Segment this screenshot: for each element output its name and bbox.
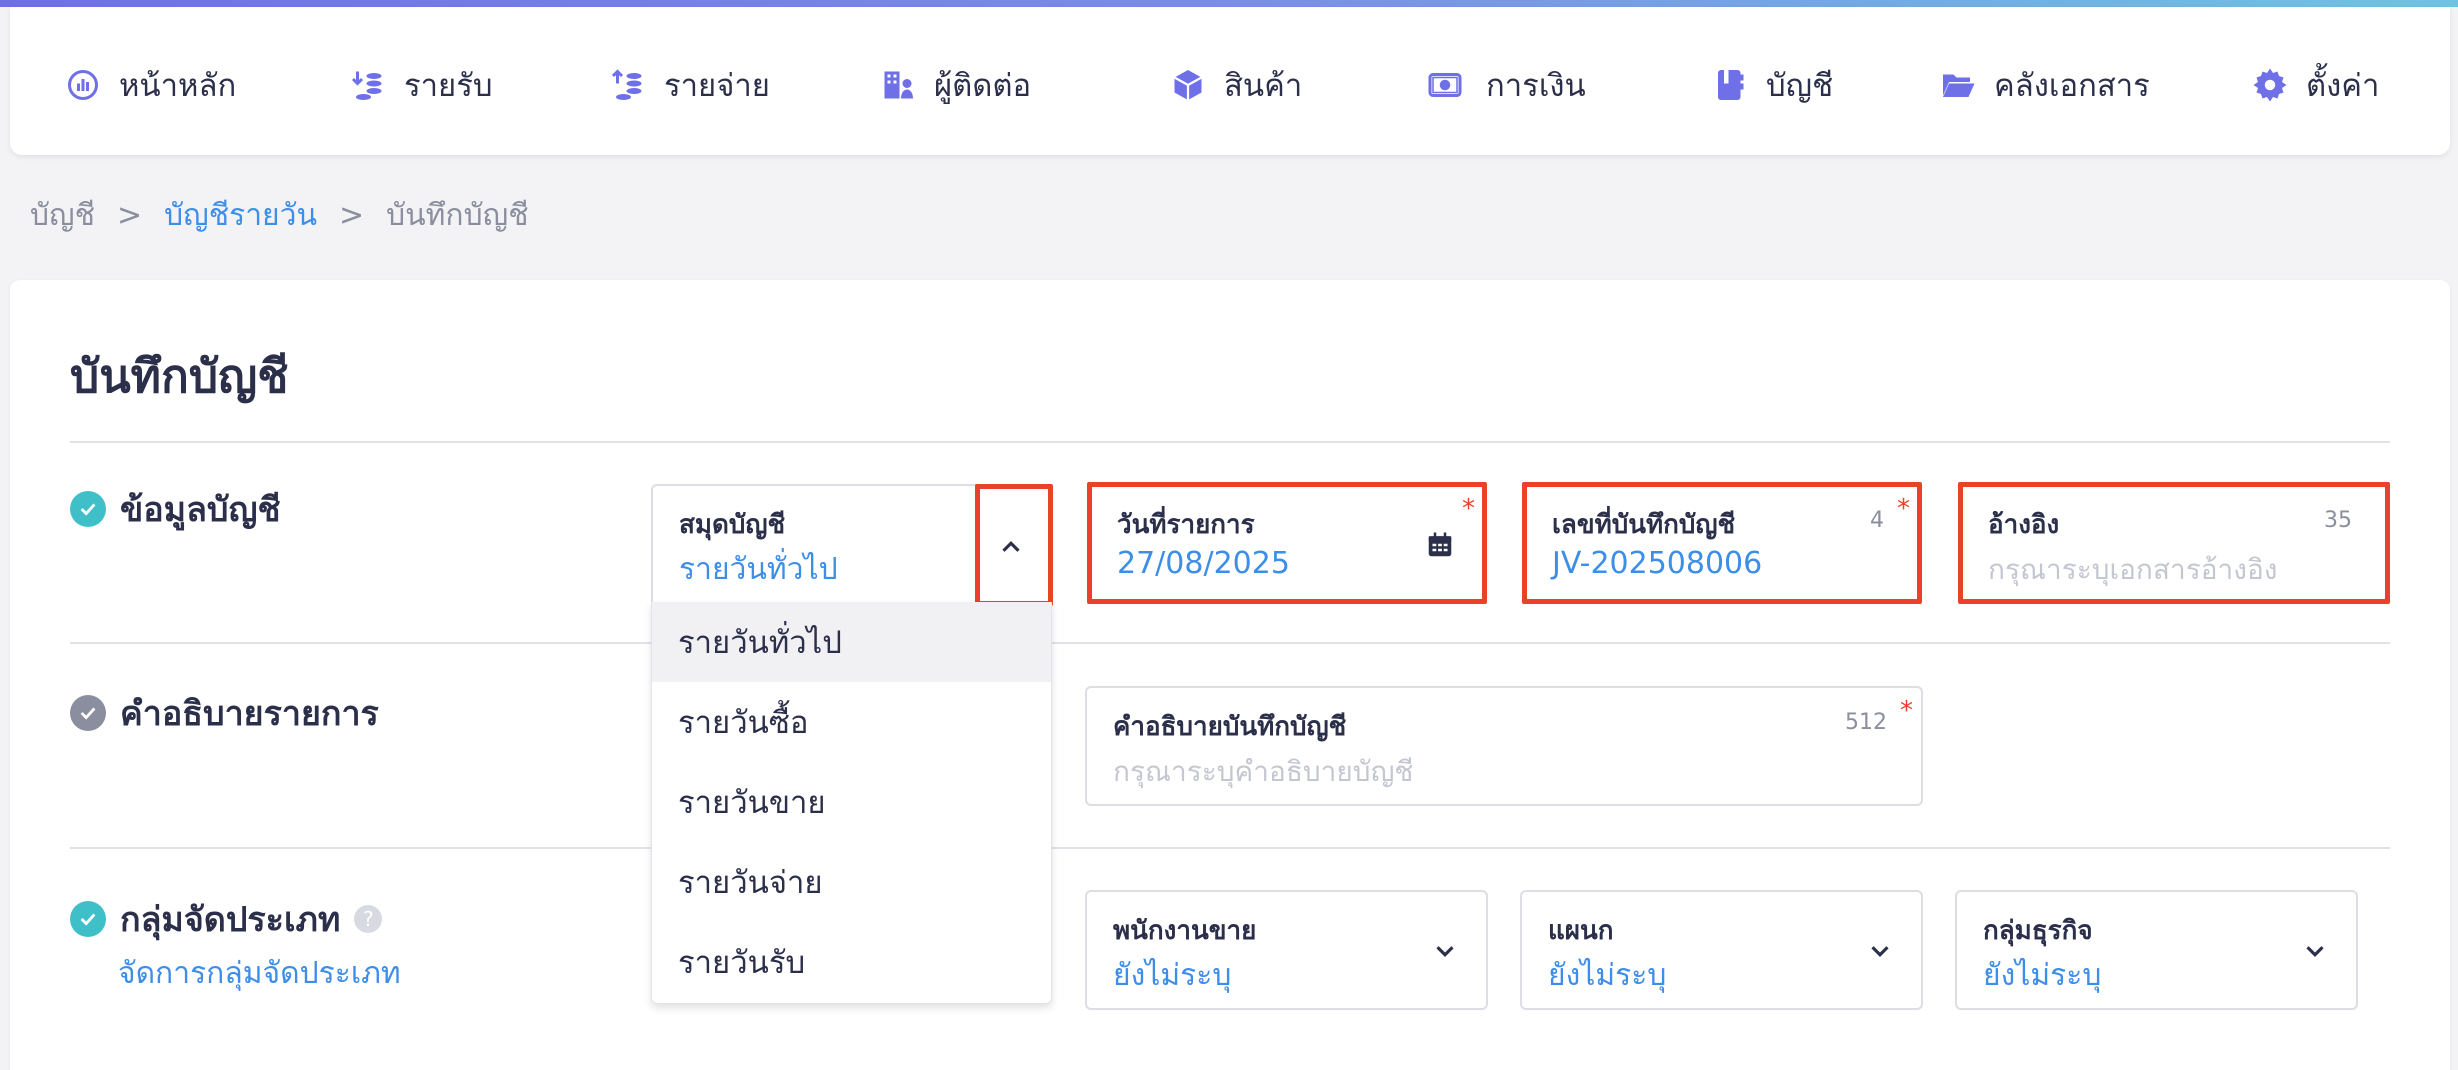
folder-open-icon	[1943, 74, 1975, 97]
nav-item-label: ตั้งค่า	[2306, 68, 2380, 104]
breadcrumb: บัญชี > บัญชีรายวัน > บันทึกบัญชี	[30, 195, 529, 235]
check-circle-icon	[70, 491, 106, 527]
field-label: พนักงานขาย	[1113, 916, 1257, 946]
expense-coins-icon	[611, 69, 642, 100]
top-accent-stripe	[0, 0, 2458, 7]
highlight-box	[1958, 482, 2390, 604]
dropdown-option[interactable]: รายวันรับ	[652, 922, 1051, 1002]
divider	[70, 642, 2390, 644]
income-coins-icon	[351, 71, 382, 100]
section-title: คำอธิบายรายการ	[120, 694, 379, 734]
highlight-box	[1522, 482, 1922, 604]
nav-item-label: การเงิน	[1486, 68, 1586, 104]
nav-item-home[interactable]: หน้าหลัก	[65, 57, 236, 113]
nav-item-label: หน้าหลัก	[119, 68, 237, 104]
journal-book-dropdown: รายวันทั่วไป รายวันซื้อ รายวันขาย รายวัน…	[651, 602, 1052, 1004]
field-value: ยังไม่ระบุ	[1113, 958, 1232, 993]
page-title: บันทึกบัญชี	[70, 349, 289, 403]
dropdown-option[interactable]: รายวันซื้อ	[652, 682, 1051, 762]
question-circle-icon[interactable]: ?	[354, 905, 383, 933]
highlight-box	[975, 484, 1053, 606]
section-title: กลุ่มจัดประเภท	[120, 900, 341, 940]
dropdown-option[interactable]: รายวันทั่วไป	[652, 602, 1051, 682]
nav-item-label: ผู้ติดต่อ	[934, 68, 1032, 104]
chevron-down-icon	[2306, 946, 2324, 957]
divider	[70, 847, 2390, 849]
dropdown-option[interactable]: รายวันจ่าย	[652, 842, 1051, 922]
check-circle-icon	[70, 695, 106, 731]
divider	[70, 441, 2390, 443]
chevron-down-icon	[1436, 946, 1454, 957]
breadcrumb-item-accounting[interactable]: บัญชี	[30, 192, 95, 239]
nav-item-accounting[interactable]: บัญชี	[1712, 57, 1833, 113]
nav-item-products[interactable]: สินค้า	[1170, 57, 1302, 113]
nav-item-documents[interactable]: คลังเอกสาร	[1940, 57, 2150, 113]
department-select[interactable]: แผนก ยังไม่ระบุ	[1520, 890, 1923, 1010]
journal-description-field[interactable]: คำอธิบายบันทึกบัญชี กรุณาระบุคำอธิบายบัญ…	[1085, 686, 1923, 806]
product-box-icon	[1173, 70, 1203, 100]
nav-item-settings[interactable]: ตั้งค่า	[2252, 57, 2379, 113]
contacts-building-icon	[884, 71, 913, 99]
nav-item-expense[interactable]: รายจ่าย	[610, 57, 770, 113]
breadcrumb-separator: >	[116, 197, 143, 233]
business-group-select[interactable]: กลุ่มธุรกิจ ยังไม่ระบุ	[1955, 890, 2358, 1010]
field-label: สมุดบัญชี	[679, 510, 786, 540]
field-placeholder: กรุณาระบุคำอธิบายบัญชี	[1113, 755, 1414, 788]
required-marker: *	[1900, 696, 1913, 726]
money-bill-icon	[1428, 73, 1462, 97]
manage-category-group-link[interactable]: จัดการกลุ่มจัดประเภท	[118, 950, 401, 997]
field-label: คำอธิบายบันทึกบัญชี	[1113, 712, 1347, 742]
nav-item-label: รายจ่าย	[664, 68, 770, 104]
field-value: รายวันทั่วไป	[679, 552, 838, 587]
nav-item-finance[interactable]: การเงิน	[1422, 57, 1586, 113]
breadcrumb-item-daily-journal[interactable]: บัญชีรายวัน	[164, 192, 317, 239]
nav-item-label: รายรับ	[404, 68, 493, 104]
chevron-down-icon	[1871, 946, 1889, 957]
gear-icon	[2253, 68, 2287, 102]
ledger-book-icon	[1718, 70, 1744, 100]
check-circle-icon	[70, 901, 106, 937]
field-value: ยังไม่ระบุ	[1548, 958, 1667, 993]
section-account-info: ข้อมูลบัญชี	[70, 482, 281, 536]
section-title: ข้อมูลบัญชี	[120, 490, 281, 530]
dropdown-option[interactable]: รายวันขาย	[652, 762, 1051, 842]
highlight-box	[1087, 482, 1487, 604]
nav-item-label: คลังเอกสาร	[1994, 68, 2150, 104]
field-value: ยังไม่ระบุ	[1983, 958, 2102, 993]
char-counter: 512	[1845, 710, 1887, 735]
salesperson-select[interactable]: พนักงานขาย ยังไม่ระบุ	[1085, 890, 1488, 1010]
dashboard-gauge-icon	[68, 70, 98, 100]
section-description: คำอธิบายรายการ	[70, 686, 379, 740]
nav-item-income[interactable]: รายรับ	[350, 57, 493, 113]
breadcrumb-separator: >	[338, 197, 365, 233]
nav-item-label: สินค้า	[1224, 68, 1303, 104]
section-category-group: กลุ่มจัดประเภท ?	[70, 892, 383, 946]
breadcrumb-item-current: บันทึกบัญชี	[386, 197, 529, 233]
nav-item-contacts[interactable]: ผู้ติดต่อ	[880, 57, 1031, 113]
field-label: แผนก	[1548, 916, 1614, 946]
main-navigation: หน้าหลัก รายรับ รายจ่าย ผู้ติดต่อ สินค้า…	[10, 7, 2450, 155]
field-label: กลุ่มธุรกิจ	[1983, 916, 2093, 946]
nav-item-label: บัญชี	[1766, 68, 1834, 104]
